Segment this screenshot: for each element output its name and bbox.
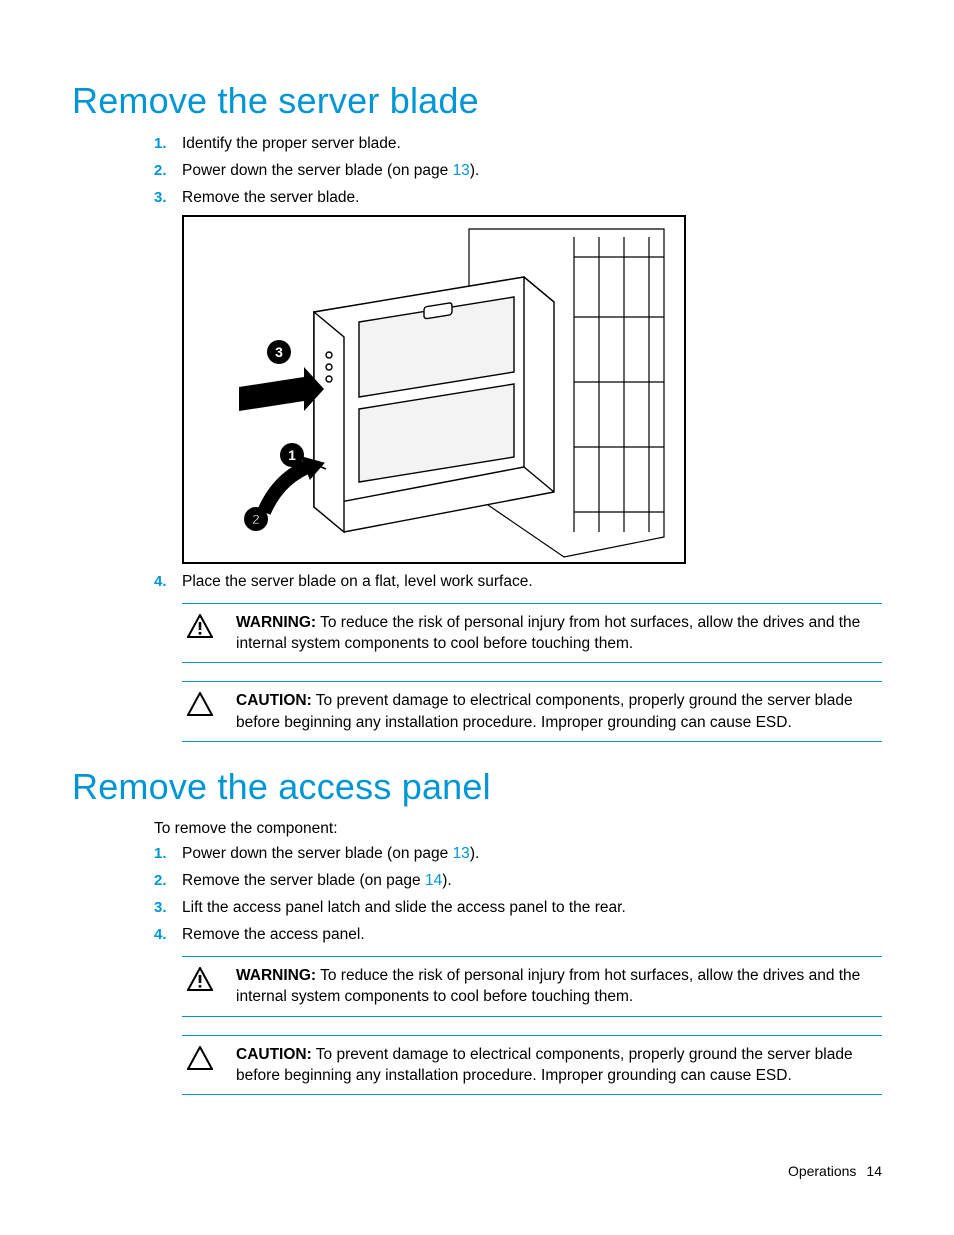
list-item: 4. Remove the access panel. (154, 925, 882, 946)
page: Remove the server blade 1. Identify the … (0, 0, 954, 1235)
warning-icon (182, 965, 218, 1008)
list-item: 1. Power down the server blade (on page … (154, 844, 882, 865)
step-text: Identify the proper server blade. (182, 134, 401, 155)
callout-3: 3 (275, 344, 283, 360)
warning-admonition: WARNING: To reduce the risk of personal … (182, 603, 882, 664)
step-text-after: ). (470, 162, 479, 179)
caution-label: CAUTION: (236, 1046, 312, 1063)
page-link[interactable]: 13 (453, 162, 470, 179)
footer-section: Operations (788, 1163, 856, 1179)
step-text-before: Lift the access panel latch and slide th… (182, 899, 626, 916)
caution-icon (182, 1044, 218, 1087)
step-number: 1. (154, 844, 182, 864)
caution-icon (182, 690, 218, 733)
section2-body: To remove the component: 1. Power down t… (154, 820, 882, 1095)
caution-body: To prevent damage to electrical componen… (236, 692, 853, 730)
warning-body: To reduce the risk of personal injury fr… (236, 614, 860, 652)
warning-icon (182, 612, 218, 655)
step-number: 2. (154, 871, 182, 891)
page-footer: Operations 14 (788, 1163, 882, 1179)
footer-page-number: 14 (866, 1163, 882, 1179)
step-text-before: Remove the server blade (on page (182, 872, 425, 889)
page-link[interactable]: 13 (453, 845, 470, 862)
step-number: 3. (154, 188, 182, 208)
heading-remove-access-panel: Remove the access panel (72, 766, 882, 808)
caution-text: CAUTION: To prevent damage to electrical… (236, 690, 882, 733)
warning-admonition: WARNING: To reduce the risk of personal … (182, 956, 882, 1017)
step-number: 3. (154, 898, 182, 918)
warning-label: WARNING: (236, 614, 316, 631)
step-text-before: Remove the access panel. (182, 926, 365, 943)
warning-body: To reduce the risk of personal injury fr… (236, 967, 860, 1005)
step-text: Remove the server blade. (182, 188, 359, 209)
caution-text: CAUTION: To prevent damage to electrical… (236, 1044, 882, 1087)
callout-2: 2 (252, 511, 260, 527)
list-item: 4. Place the server blade on a flat, lev… (154, 572, 882, 593)
step-text-before: Power down the server blade (on page (182, 162, 453, 179)
step-number: 4. (154, 925, 182, 945)
warning-text: WARNING: To reduce the risk of personal … (236, 612, 882, 655)
step-text: Power down the server blade (on page 13)… (182, 844, 479, 865)
figure-remove-server-blade: 3 2 1 (182, 215, 686, 564)
server-blade-illustration: 3 2 1 (184, 217, 684, 562)
section1-step4: 4. Place the server blade on a flat, lev… (154, 572, 882, 593)
caution-body: To prevent damage to electrical componen… (236, 1046, 853, 1084)
step-text: Remove the server blade (on page 14). (182, 871, 452, 892)
step-number: 1. (154, 134, 182, 154)
step-text: Lift the access panel latch and slide th… (182, 898, 626, 919)
section1-steps: 1. Identify the proper server blade. 2. … (154, 134, 882, 209)
caution-admonition: CAUTION: To prevent damage to electrical… (182, 681, 882, 742)
list-item: 1. Identify the proper server blade. (154, 134, 882, 155)
step-text: Place the server blade on a flat, level … (182, 572, 533, 593)
step-text-before: Power down the server blade (on page (182, 845, 453, 862)
step-text-before: Identify the proper server blade. (182, 135, 401, 152)
section2-steps: 1. Power down the server blade (on page … (154, 844, 882, 946)
step-number: 4. (154, 572, 182, 592)
section1-body: 1. Identify the proper server blade. 2. … (154, 134, 882, 742)
list-item: 3. Lift the access panel latch and slide… (154, 898, 882, 919)
callout-1: 1 (288, 447, 296, 463)
page-link[interactable]: 14 (425, 872, 442, 889)
caution-admonition: CAUTION: To prevent damage to electrical… (182, 1035, 882, 1096)
step-text-after: ). (470, 845, 479, 862)
list-item: 2. Power down the server blade (on page … (154, 161, 882, 182)
list-item: 2. Remove the server blade (on page 14). (154, 871, 882, 892)
step-text: Power down the server blade (on page 13)… (182, 161, 479, 182)
list-item: 3. Remove the server blade. (154, 188, 882, 209)
heading-remove-server-blade: Remove the server blade (72, 80, 882, 122)
step-number: 2. (154, 161, 182, 181)
warning-text: WARNING: To reduce the risk of personal … (236, 965, 882, 1008)
warning-label: WARNING: (236, 967, 316, 984)
caution-label: CAUTION: (236, 692, 312, 709)
step-text: Remove the access panel. (182, 925, 365, 946)
section2-intro: To remove the component: (154, 820, 882, 838)
step-text-before: Remove the server blade. (182, 189, 359, 206)
step-text-after: ). (442, 872, 451, 889)
